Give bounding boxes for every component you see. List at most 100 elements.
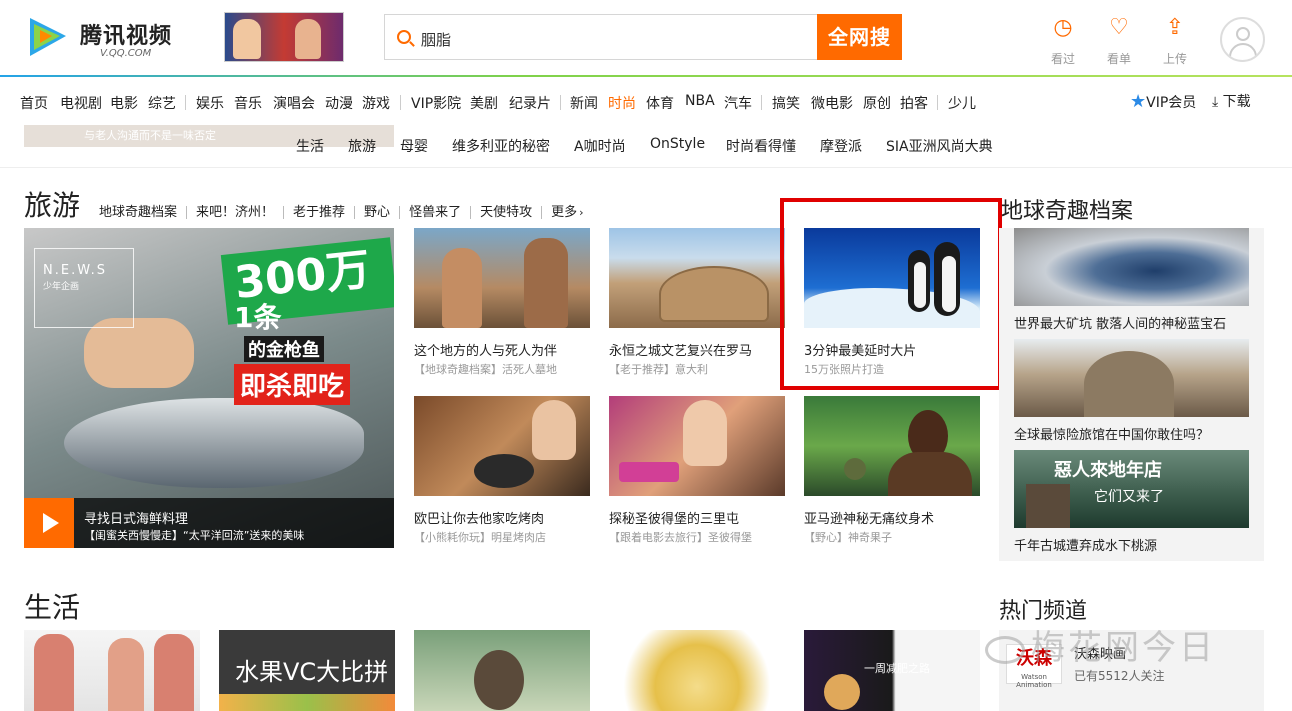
sidebar-title: 地球奇趣档案 — [1001, 199, 1134, 224]
sub-nav-item[interactable]: OnStyle — [650, 136, 705, 152]
featured-subtitle[interactable]: 【闺蜜关西慢慢走】“太平洋回流”送来的美味 — [84, 527, 304, 543]
video-thumbnail[interactable] — [609, 228, 785, 328]
vip-member-link[interactable]: ★VIP会员 — [1130, 91, 1196, 112]
nav-item[interactable]: 综艺 — [148, 93, 176, 113]
banner-person-left — [233, 19, 261, 59]
play-icon[interactable] — [24, 498, 74, 548]
search-icon — [397, 30, 411, 44]
sub-nav-item[interactable]: 旅游 — [348, 136, 376, 156]
sidebar-item[interactable]: 全球最惊险旅馆在中国你敢住吗？ — [1014, 339, 1249, 447]
video-card[interactable]: 这个地方的人与死人为伴 【地球奇趣档案】活死人墓地 — [414, 228, 590, 378]
sidebar-item[interactable]: 惡人來地年店 它们又来了 千年古城遭弃成水下桃源 — [1014, 450, 1249, 558]
sidebar-item[interactable]: 世界最大矿坑 散落人间的神秘蓝宝石 — [1014, 228, 1249, 336]
video-card[interactable]: 永恒之城文艺复兴在罗马 【老于推荐】意大利 — [609, 228, 785, 378]
tag-link[interactable]: 来吧！济州！ — [196, 205, 274, 220]
faded-carousel-caption: 与老人沟通而不是一味否定 — [84, 129, 216, 142]
video-card[interactable]: 欧巴让你去他家吃烤肉 【小熊耗你玩】明星烤肉店 — [414, 396, 590, 546]
header-ad-banner[interactable] — [224, 12, 344, 62]
nav-item[interactable]: VIP影院 — [411, 93, 461, 113]
featured-title[interactable]: 寻找日式海鲜料理 — [84, 508, 188, 527]
nav-item[interactable]: 微电影 — [811, 93, 853, 113]
sidebar-thumbnail[interactable] — [1014, 339, 1249, 417]
nav-separator — [761, 95, 762, 110]
nav-item[interactable]: NBA — [685, 93, 715, 109]
tag-link[interactable]: 老于推荐 — [293, 205, 345, 220]
user-avatar[interactable] — [1220, 17, 1265, 62]
news-badge-sub: 少年企画 — [43, 282, 80, 292]
upload-button[interactable]: ⇪ 上传 — [1155, 16, 1195, 67]
nav-item[interactable]: 搞笑 — [772, 93, 800, 113]
nav-item[interactable]: 体育 — [646, 93, 674, 113]
sidebar-thumbnail[interactable]: 惡人來地年店 它们又来了 — [1014, 450, 1249, 528]
nav-item[interactable]: 电影 — [110, 93, 138, 113]
featured-tuna-shape — [64, 398, 364, 488]
video-card[interactable]: 探秘圣彼得堡的三里屯 【跟着电影去旅行】圣彼得堡 — [609, 396, 785, 546]
video-thumbnail[interactable] — [609, 396, 785, 496]
video-title[interactable]: 永恒之城文艺复兴在罗马 — [609, 340, 752, 359]
nav-item[interactable]: 娱乐 — [196, 93, 224, 113]
sidebar-caption[interactable]: 世界最大矿坑 散落人间的神秘蓝宝石 — [1014, 313, 1226, 332]
video-title[interactable]: 亚马逊神秘无痛纹身术 — [804, 508, 934, 527]
history-button[interactable]: ◷ 看过 — [1043, 16, 1083, 67]
life-video-card[interactable] — [24, 630, 200, 711]
sub-nav-item[interactable]: A咖时尚 — [574, 136, 626, 156]
nav-item[interactable]: 游戏 — [362, 93, 390, 113]
nav-item[interactable]: 演唱会 — [273, 93, 315, 113]
tag-link[interactable]: 野心 — [364, 205, 390, 220]
download-label: 下载 — [1222, 94, 1251, 110]
sub-nav-item[interactable]: 生活 — [296, 136, 324, 156]
sub-nav-item[interactable]: 母婴 — [400, 136, 428, 156]
video-title[interactable]: 欧巴让你去他家吃烤肉 — [414, 508, 544, 527]
video-card[interactable]: 亚马逊神秘无痛纹身术 【野心】神奇果子 — [804, 396, 980, 546]
nav-item[interactable]: 少儿 — [948, 93, 976, 113]
life-video-card[interactable] — [414, 630, 590, 711]
avatar-head-shape — [1236, 27, 1250, 41]
download-link[interactable]: ⤓ 下载 — [1212, 91, 1251, 111]
more-link[interactable]: 更多 — [551, 205, 577, 220]
tag-link[interactable]: 地球奇趣档案 — [99, 205, 177, 220]
nav-item[interactable]: 首页 — [20, 93, 48, 113]
wechat-icon — [985, 635, 1025, 664]
nav-item[interactable]: 美剧 — [470, 93, 498, 113]
nav-item[interactable]: 汽车 — [724, 93, 752, 113]
nav-item[interactable]: 音乐 — [234, 93, 262, 113]
life-video-card[interactable] — [609, 630, 785, 711]
video-title[interactable]: 探秘圣彼得堡的三里屯 — [609, 508, 739, 527]
nav-separator — [185, 95, 186, 110]
search-all-button[interactable]: 全网搜 — [817, 14, 902, 60]
video-thumbnail[interactable] — [804, 396, 980, 496]
video-thumbnail[interactable] — [414, 228, 590, 328]
watermark: 梅花网今日 — [985, 620, 1216, 669]
nav-item[interactable]: 纪录片 — [509, 93, 551, 113]
sub-nav-item[interactable]: 时尚看得懂 — [726, 136, 796, 156]
nav-item[interactable]: 电视剧 — [60, 93, 102, 113]
vip-star-icon: ★ — [1130, 91, 1147, 112]
tencent-video-logo[interactable]: 腾讯视频 V.QQ.COM — [24, 10, 184, 64]
nav-item[interactable]: 新闻 — [570, 93, 598, 113]
sidebar-caption[interactable]: 全球最惊险旅馆在中国你敢住吗？ — [1014, 424, 1209, 443]
sub-nav-item[interactable]: SIA亚洲风尚大典 — [886, 136, 993, 156]
section-title-life: 生活 — [24, 591, 81, 624]
life-video-card[interactable]: 水果VC大比拼 — [219, 630, 395, 711]
watchlist-button[interactable]: ♡ 看单 — [1099, 16, 1139, 67]
nav-item[interactable]: 原创 — [863, 93, 891, 113]
headline-kill: 即杀即吃 — [234, 364, 351, 405]
tag-link[interactable]: 天使特攻 — [480, 205, 532, 220]
sidebar-caption[interactable]: 千年古城遭弃成水下桃源 — [1014, 535, 1157, 554]
sub-nav-item[interactable]: 维多利亚的秘密 — [452, 136, 550, 156]
travel-tag-links: 地球奇趣档案 来吧！济州！ 老于推荐 野心 怪兽来了 天使特攻 更多 › — [99, 201, 584, 220]
nav-item[interactable]: 拍客 — [900, 93, 928, 113]
featured-caption-bar: 寻找日式海鲜料理 【闺蜜关西慢慢走】“太平洋回流”送来的美味 — [24, 498, 394, 548]
watermark-text: 梅花网今日 — [1031, 628, 1216, 668]
life-video-card[interactable]: 一周减肥之路 — [804, 630, 980, 711]
featured-video[interactable]: N.E.W.S 少年企画 300万 1条 的金枪鱼 即杀即吃 寻找日式海鲜料理 … — [24, 228, 394, 548]
tag-link[interactable]: 怪兽来了 — [409, 205, 461, 220]
sidebar-thumbnail[interactable] — [1014, 228, 1249, 306]
nav-item[interactable]: 动漫 — [325, 93, 353, 113]
video-title[interactable]: 这个地方的人与死人为伴 — [414, 340, 557, 359]
search-input[interactable]: 胭脂 — [384, 14, 817, 60]
sub-nav-item[interactable]: 摩登派 — [820, 136, 862, 156]
nav-item[interactable]: 时尚 — [608, 93, 636, 113]
life-card-text: 水果VC大比拼 — [235, 658, 389, 686]
video-thumbnail[interactable] — [414, 396, 590, 496]
